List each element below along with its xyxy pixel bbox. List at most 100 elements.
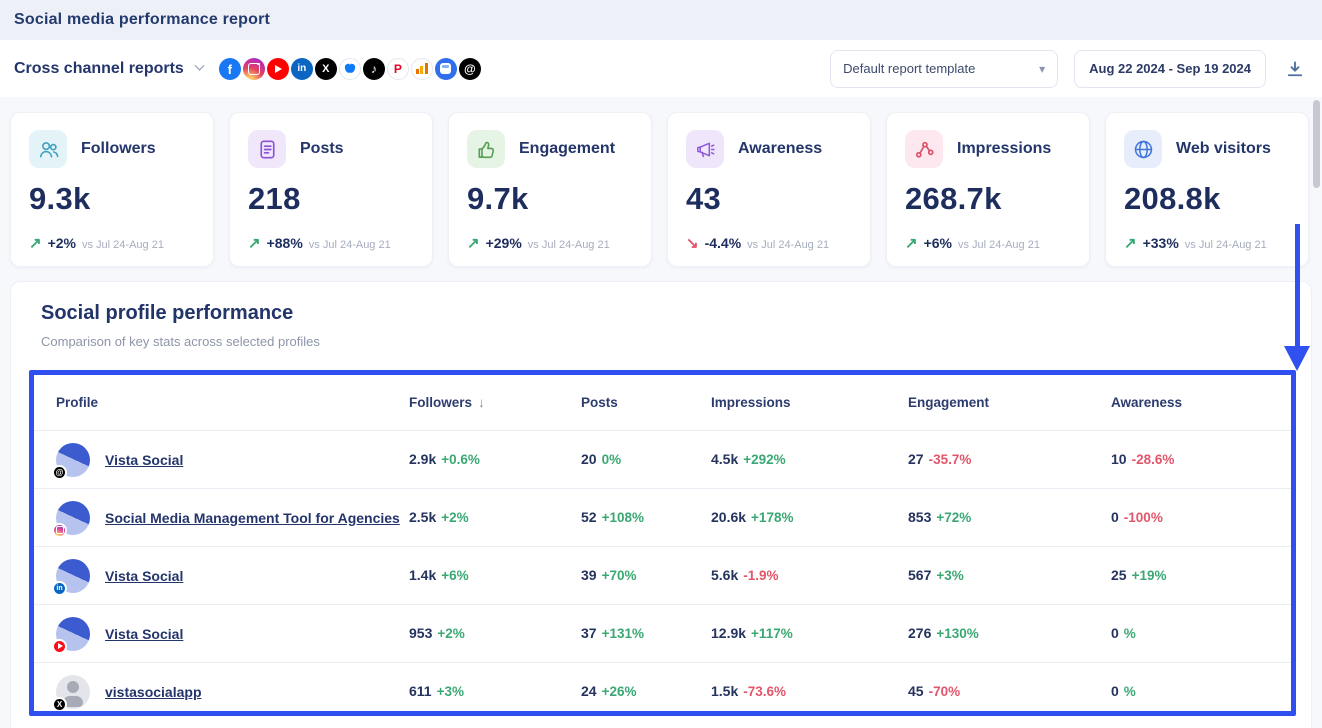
column-header-profile[interactable]: Profile <box>56 395 409 410</box>
tiktok-icon[interactable] <box>363 58 385 80</box>
awareness-value: 0 <box>1111 683 1119 699</box>
vertical-scrollbar[interactable] <box>1313 100 1320 188</box>
table-row: Social Media Management Tool for Agencie… <box>34 488 1291 546</box>
profile-link[interactable]: Vista Social <box>105 626 183 642</box>
engagement-delta: -70% <box>929 684 961 699</box>
table-row: vistasocialapp 611+3% 24+26% 1.5k-73.6% … <box>34 662 1291 716</box>
google-analytics-icon[interactable] <box>411 58 433 80</box>
posts-delta: +108% <box>602 510 644 525</box>
table-row: Vista Social 1.4k+6% 39+70% 5.6k-1.9% 56… <box>34 546 1291 604</box>
stat-card-value: 268.7k <box>905 181 1071 217</box>
table-body: Vista Social 2.9k+0.6% 200% 4.5k+292% 27… <box>34 430 1291 716</box>
engagement-value: 27 <box>908 451 924 467</box>
followers-delta: +0.6% <box>441 452 480 467</box>
annotation-arrow <box>1295 224 1300 348</box>
profile-link[interactable]: Vista Social <box>105 568 183 584</box>
posts-value: 52 <box>581 509 597 525</box>
download-report-button[interactable] <box>1282 56 1308 82</box>
engagement-value: 567 <box>908 567 931 583</box>
impressions-delta: +117% <box>751 626 793 641</box>
awareness-value: 10 <box>1111 451 1127 467</box>
trend-up-icon: ↗ <box>248 234 261 252</box>
globe-icon <box>1124 130 1162 168</box>
column-header-followers[interactable]: Followers↓ <box>409 395 581 410</box>
column-header-awareness[interactable]: Awareness <box>1111 395 1291 410</box>
followers-icon <box>29 130 67 168</box>
impressions-value: 20.6k <box>711 509 746 525</box>
impressions-value: 1.5k <box>711 683 738 699</box>
stat-card-compare: vs Jul 24-Aug 21 <box>747 239 829 251</box>
report-toolbar: Cross channel reports Default report tem… <box>0 40 1322 97</box>
toolbar-right: Default report template ▾ Aug 22 2024 - … <box>830 50 1308 88</box>
stat-card-value: 9.7k <box>467 181 633 217</box>
date-range-value: Aug 22 2024 - Sep 19 2024 <box>1089 61 1251 76</box>
profile-link[interactable]: Social Media Management Tool for Agencie… <box>105 510 400 526</box>
linkedin-badge-icon <box>52 581 67 596</box>
engagement-value: 276 <box>908 625 931 641</box>
share-nodes-icon <box>905 130 943 168</box>
impressions-value: 4.5k <box>711 451 738 467</box>
cross-channel-reports-dropdown[interactable]: Cross channel reports <box>14 60 203 78</box>
impressions-value: 5.6k <box>711 567 738 583</box>
stat-card-delta: +33% <box>1143 235 1179 251</box>
stat-cards-row: Followers 9.3k ↗ +2% vs Jul 24-Aug 21 Po… <box>0 97 1322 267</box>
profile-link[interactable]: Vista Social <box>105 452 183 468</box>
followers-value: 953 <box>409 625 432 641</box>
followers-delta: +2% <box>437 626 464 641</box>
followers-value: 1.4k <box>409 567 436 583</box>
stat-card-impressions: Impressions 268.7k ↗ +6% vs Jul 24-Aug 2… <box>886 112 1090 267</box>
social-profile-performance-panel: Social profile performance Comparison of… <box>10 281 1312 728</box>
facebook-icon[interactable] <box>219 58 241 80</box>
posts-value: 39 <box>581 567 597 583</box>
column-header-impressions[interactable]: Impressions <box>711 395 908 410</box>
stat-card-posts: Posts 218 ↗ +88% vs Jul 24-Aug 21 <box>229 112 433 267</box>
thumbs-up-icon <box>467 130 505 168</box>
x-twitter-icon[interactable] <box>315 58 337 80</box>
awareness-delta: % <box>1124 684 1136 699</box>
select-caret-icon: ▾ <box>1039 62 1045 76</box>
followers-value: 611 <box>409 683 432 699</box>
vista-social-avatar <box>56 617 90 651</box>
engagement-delta: -35.7% <box>929 452 972 467</box>
stat-card-label: Impressions <box>957 140 1051 158</box>
cross-channel-reports-label: Cross channel reports <box>14 60 184 78</box>
stat-card-value: 208.8k <box>1124 181 1290 217</box>
stat-card-delta: +29% <box>486 235 522 251</box>
chevron-down-icon <box>194 61 204 71</box>
followers-delta: +6% <box>441 568 468 583</box>
column-header-engagement[interactable]: Engagement <box>908 395 1111 410</box>
stat-card-awareness: Awareness 43 ↘ -4.4% vs Jul 24-Aug 21 <box>667 112 871 267</box>
vista-social-avatar <box>56 501 90 535</box>
google-business-icon[interactable] <box>435 58 457 80</box>
pinterest-icon[interactable] <box>387 58 409 80</box>
date-range-picker[interactable]: Aug 22 2024 - Sep 19 2024 <box>1074 50 1266 88</box>
stat-card-delta: -4.4% <box>705 235 742 251</box>
stat-card-compare: vs Jul 24-Aug 21 <box>958 239 1040 251</box>
linkedin-icon[interactable] <box>291 58 313 80</box>
impressions-delta: -1.9% <box>743 568 778 583</box>
instagram-icon[interactable] <box>243 58 265 80</box>
megaphone-icon <box>686 130 724 168</box>
instagram-badge-icon <box>52 523 67 538</box>
table-header-row: Profile Followers↓ Posts Impressions Eng… <box>34 375 1291 430</box>
stat-card-engagement: Engagement 9.7k ↗ +29% vs Jul 24-Aug 21 <box>448 112 652 267</box>
trend-up-icon: ↗ <box>29 234 42 252</box>
followers-value: 2.5k <box>409 509 436 525</box>
bluesky-icon[interactable] <box>339 58 361 80</box>
profile-link[interactable]: vistasocialapp <box>105 684 202 700</box>
engagement-value: 853 <box>908 509 931 525</box>
engagement-delta: +72% <box>936 510 971 525</box>
threads-icon[interactable] <box>459 58 481 80</box>
table-row: Vista Social 2.9k+0.6% 200% 4.5k+292% 27… <box>34 430 1291 488</box>
section-title: Social profile performance <box>41 302 1281 325</box>
stat-card-web-visitors: Web visitors 208.8k ↗ +33% vs Jul 24-Aug… <box>1105 112 1309 267</box>
trend-up-icon: ↗ <box>467 234 480 252</box>
awareness-delta: +19% <box>1132 568 1167 583</box>
x-twitter-badge-icon <box>52 697 67 712</box>
stat-card-label: Posts <box>300 140 344 158</box>
threads-badge-icon <box>52 465 67 480</box>
stat-card-delta: +2% <box>48 235 76 251</box>
column-header-posts[interactable]: Posts <box>581 395 711 410</box>
report-template-select[interactable]: Default report template ▾ <box>830 50 1058 88</box>
youtube-icon[interactable] <box>267 58 289 80</box>
